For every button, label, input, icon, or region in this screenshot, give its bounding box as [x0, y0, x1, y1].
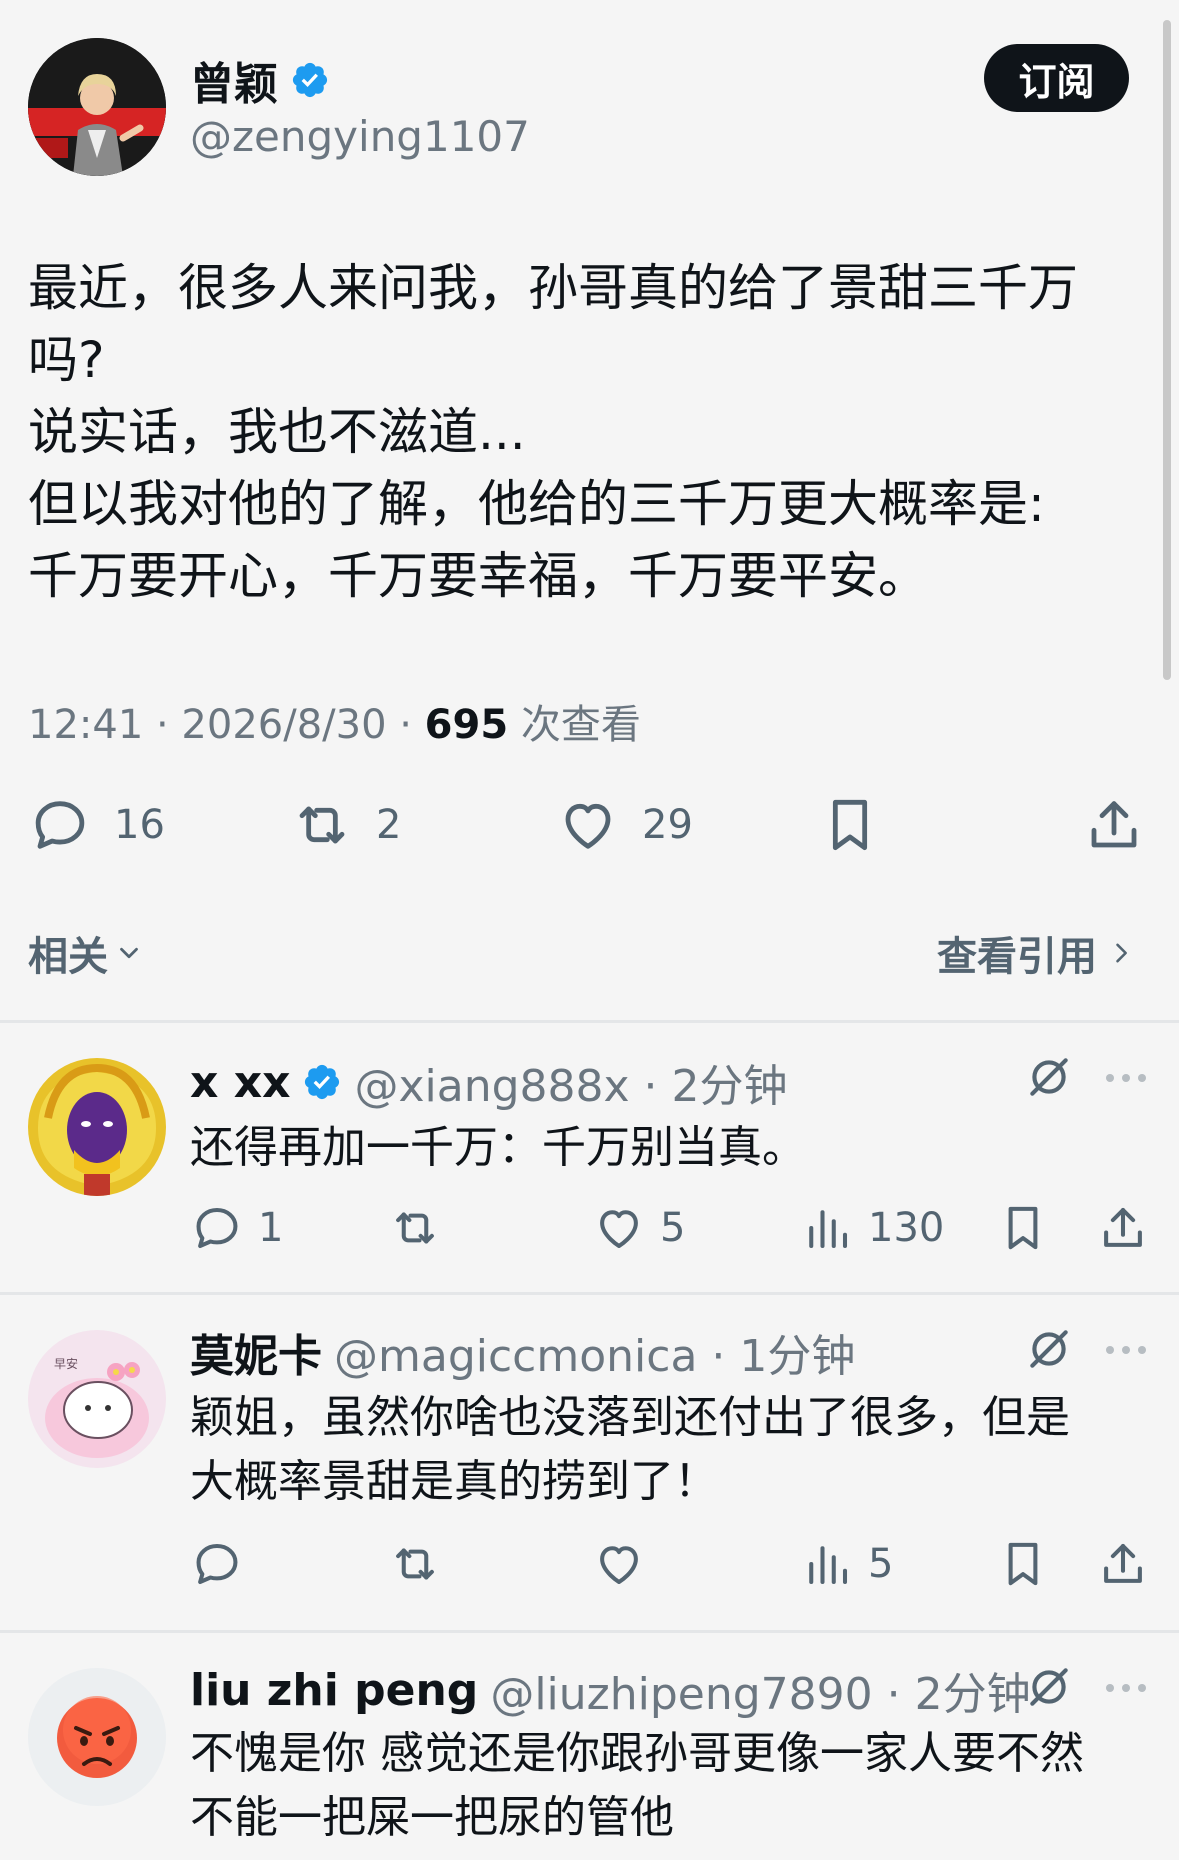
- like-button[interactable]: 5: [592, 1198, 685, 1258]
- share-button[interactable]: [1096, 1534, 1150, 1594]
- reply-header: 莫妮卡 @magiccmonica · 1分钟: [190, 1320, 855, 1384]
- bar-chart-icon: [809, 1210, 848, 1249]
- more-options-icon[interactable]: [1104, 1340, 1148, 1360]
- view-count-suffix: 次查看: [508, 702, 641, 748]
- divider: [0, 1630, 1179, 1633]
- tweet-text: 最近，很多人来问我，孙哥真的给了景甜三千万 吗? 说实话，我也不滋道... 但以…: [28, 252, 1148, 612]
- reply-icon: [196, 1207, 238, 1249]
- views-count: 130: [868, 1205, 945, 1251]
- chevron-down-icon: [120, 947, 138, 959]
- reply-header: x xx @xiang888x · 2分钟: [190, 1050, 788, 1114]
- related-label: 相关: [28, 934, 108, 980]
- chevron-right-icon: [1116, 943, 1127, 963]
- reply-author-name[interactable]: 莫妮卡: [190, 1320, 322, 1384]
- subscribe-button[interactable]: 订阅: [984, 44, 1129, 112]
- tweet-text-line: 说实话，我也不滋道...: [28, 403, 526, 461]
- grok-icon[interactable]: [1024, 1324, 1074, 1374]
- author-name[interactable]: 曾颖: [190, 48, 330, 112]
- view-quotes-label: 查看引用: [937, 934, 1097, 980]
- retweet-count: 2: [376, 802, 402, 848]
- reply-text: 不愧是你 感觉还是你跟孙哥更像一家人要不然 不能一把屎一把尿的管他: [190, 1722, 1150, 1850]
- reply-author-name[interactable]: liu zhi peng: [190, 1665, 478, 1716]
- reply-count: 16: [114, 802, 165, 848]
- author-avatar[interactable]: [28, 38, 166, 176]
- reply-handle-time[interactable]: @liuzhipeng7890 · 2分钟: [490, 1658, 1030, 1722]
- reply-text-line: 大概率景甜是真的捞到了！: [190, 1456, 718, 1507]
- verified-badge-icon: [305, 1064, 340, 1100]
- share-button[interactable]: [1082, 790, 1146, 860]
- reply-avatar[interactable]: [28, 1668, 166, 1806]
- author-handle[interactable]: @zengying1107: [190, 112, 530, 161]
- verified-badge-icon: [292, 62, 328, 98]
- more-options-icon[interactable]: [1104, 1068, 1148, 1088]
- tweet-meta: 12:41 · 2026/8/30 · 695 次查看: [28, 692, 641, 750]
- reply-icon: [35, 801, 85, 849]
- reply-author-name[interactable]: x xx: [190, 1057, 290, 1108]
- bookmark-icon: [1008, 1206, 1038, 1250]
- reply-handle-time[interactable]: @xiang888x · 2分钟: [354, 1050, 787, 1114]
- bar-chart-icon: [809, 1546, 848, 1585]
- reply-text: 颖姐，虽然你啥也没落到还付出了很多，但是 大概率景甜是真的捞到了！: [190, 1386, 1150, 1514]
- reply-handle-time[interactable]: @magiccmonica · 1分钟: [334, 1320, 855, 1384]
- related-dropdown[interactable]: 相关: [28, 924, 144, 982]
- retweet-icon: [396, 1548, 434, 1580]
- more-options-icon[interactable]: [1104, 1678, 1148, 1698]
- tweet-timestamp[interactable]: 12:41 · 2026/8/30 ·: [28, 702, 425, 748]
- like-button[interactable]: 29: [556, 790, 693, 860]
- grok-icon[interactable]: [1024, 1052, 1074, 1102]
- tweet-action-bar: 16 2 29: [28, 790, 1148, 860]
- retweet-button[interactable]: [388, 1198, 442, 1258]
- tweet-text-line: 千万要开心，千万要幸福，千万要平安。: [28, 547, 928, 605]
- retweet-button[interactable]: 2: [290, 790, 401, 860]
- views-button[interactable]: 130: [800, 1198, 944, 1258]
- bookmark-button[interactable]: [996, 1198, 1050, 1258]
- reply-header: liu zhi peng @liuzhipeng7890 · 2分钟: [190, 1658, 1031, 1722]
- tweet-text-line: 但以我对他的了解，他给的三千万更大概率是:: [28, 475, 1045, 533]
- reply-button[interactable]: 16: [28, 790, 165, 860]
- svg-text:早安: 早安: [54, 1356, 78, 1371]
- divider: [0, 1292, 1179, 1295]
- like-count: 29: [642, 802, 693, 848]
- reply-action-bar: 1 5 130: [190, 1198, 1150, 1258]
- retweet-icon: [396, 1212, 434, 1244]
- reply-icon: [196, 1543, 238, 1585]
- view-quotes-link[interactable]: 查看引用: [937, 924, 1135, 982]
- heart-icon: [600, 1210, 638, 1249]
- view-count[interactable]: 695: [425, 702, 509, 748]
- share-icon: [1104, 1543, 1142, 1583]
- reply-action-bar: 5: [190, 1534, 1150, 1594]
- bookmark-button[interactable]: [818, 790, 882, 860]
- heart-icon: [565, 803, 611, 849]
- heart-icon: [600, 1546, 638, 1585]
- reply-avatar[interactable]: 早安: [28, 1330, 166, 1468]
- share-icon: [1104, 1207, 1142, 1247]
- reply-avatar[interactable]: [28, 1058, 166, 1196]
- views-count: 5: [868, 1541, 894, 1587]
- views-button[interactable]: 5: [800, 1534, 893, 1594]
- share-icon: [1091, 801, 1137, 848]
- bookmark-icon: [1008, 1542, 1038, 1586]
- reply-button[interactable]: 1: [190, 1198, 283, 1258]
- bookmark-button[interactable]: [996, 1534, 1050, 1594]
- retweet-icon: [299, 806, 345, 844]
- scrollbar[interactable]: [1163, 20, 1171, 680]
- like-button[interactable]: [592, 1534, 646, 1594]
- tweet-text-line: 最近，很多人来问我，孙哥真的给了景甜三千万: [28, 259, 1078, 317]
- reply-text: 还得再加一千万：千万别当真。: [190, 1116, 1150, 1180]
- reply-text-line: 还得再加一千万：千万别当真。: [190, 1122, 806, 1173]
- reply-text-line: 不愧是你 感觉还是你跟孙哥更像一家人要不然: [190, 1728, 1084, 1779]
- bookmark-icon: [832, 799, 868, 851]
- retweet-button[interactable]: [388, 1534, 442, 1594]
- reply-text-line: 不能一把屎一把尿的管他: [190, 1792, 674, 1843]
- author-name-text: 曾颖: [190, 59, 278, 110]
- grok-icon[interactable]: [1024, 1662, 1074, 1712]
- reply-count: 1: [258, 1205, 284, 1251]
- share-button[interactable]: [1096, 1198, 1150, 1258]
- like-count: 5: [660, 1205, 686, 1251]
- reply-text-line: 颖姐，虽然你啥也没落到还付出了很多，但是: [190, 1392, 1070, 1443]
- tweet-text-line: 吗?: [28, 331, 105, 389]
- reply-button[interactable]: [190, 1534, 244, 1594]
- divider: [0, 1020, 1179, 1023]
